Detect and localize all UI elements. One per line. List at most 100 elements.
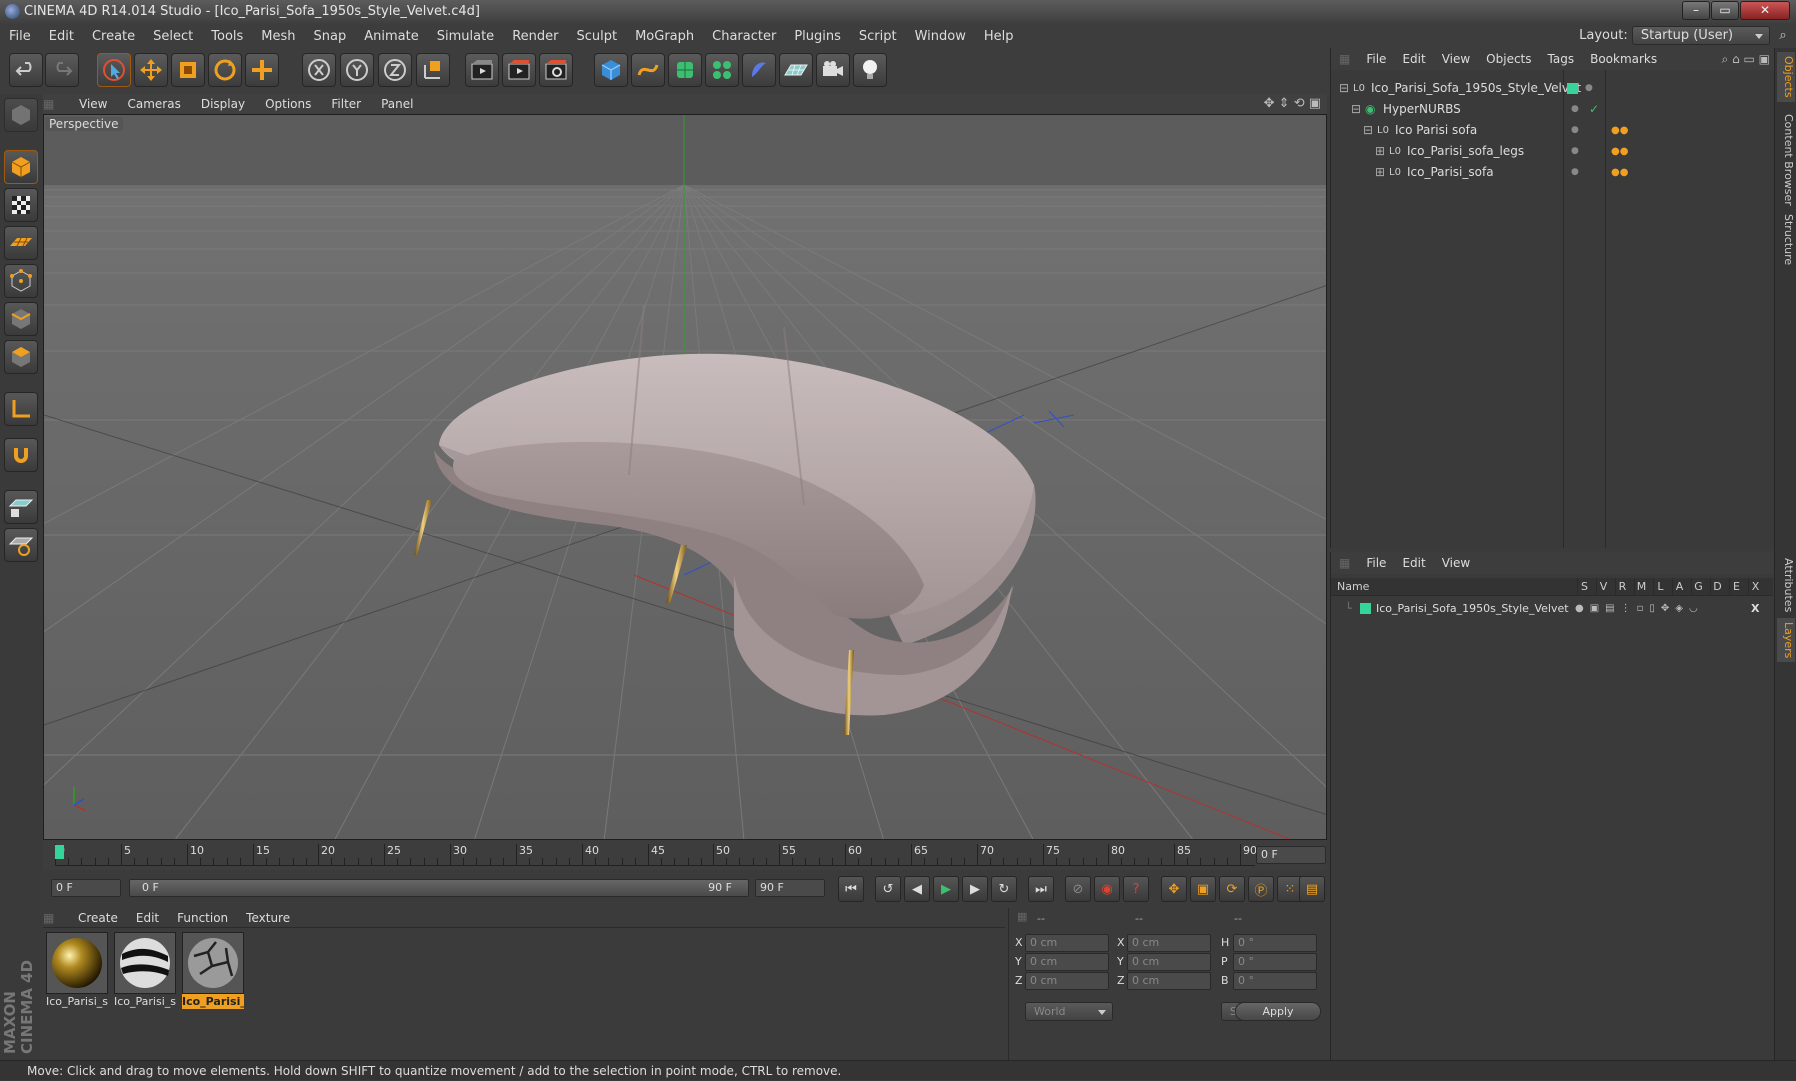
- points-mode-icon[interactable]: [4, 264, 38, 298]
- key-rotation-icon[interactable]: ⟳: [1219, 876, 1245, 902]
- layer-menu-edit[interactable]: Edit: [1394, 552, 1433, 574]
- visibility-dots-icon[interactable]: ●: [1571, 141, 1579, 162]
- vp-menu-filter[interactable]: Filter: [321, 94, 371, 114]
- go-to-end-icon[interactable]: ⏭: [1028, 876, 1054, 902]
- obj-menu-file[interactable]: File: [1358, 48, 1394, 70]
- layer-row[interactable]: └ Ico_Parisi_Sofa_1950s_Style_Velvet ●▣▤…: [1331, 598, 1773, 619]
- position-field[interactable]: 0 cm: [1025, 934, 1109, 952]
- menu-character[interactable]: Character: [703, 25, 785, 49]
- size-field[interactable]: 0 cm: [1127, 934, 1211, 952]
- layer-column-m[interactable]: M: [1634, 578, 1648, 596]
- polygons-mode-icon[interactable]: [4, 340, 38, 374]
- menu-sculpt[interactable]: Sculpt: [567, 25, 626, 49]
- close-button[interactable]: ✕: [1740, 1, 1790, 20]
- make-editable-icon[interactable]: [4, 98, 38, 132]
- recent-tool-icon[interactable]: [245, 53, 279, 87]
- collapse-icon[interactable]: ⊟: [1339, 78, 1349, 99]
- apply-button[interactable]: Apply: [1235, 1002, 1321, 1021]
- layer-flag-icons[interactable]: ●▣▤⋮▫▯✥◈◡: [1575, 598, 1704, 619]
- menu-script[interactable]: Script: [850, 25, 906, 49]
- redo-icon[interactable]: [45, 53, 79, 87]
- layer-color-swatch[interactable]: [1567, 83, 1578, 94]
- collapse-icon[interactable]: ⊟: [1363, 120, 1373, 141]
- y-axis-lock-icon[interactable]: [340, 53, 374, 87]
- object-row[interactable]: ⊟ L0 Ico Parisi sofa ● ●●: [1331, 120, 1773, 141]
- menu-plugins[interactable]: Plugins: [785, 25, 850, 49]
- undo-icon[interactable]: [9, 53, 43, 87]
- maximize-button[interactable]: ▭: [1711, 1, 1739, 20]
- object-manager-nav-icons[interactable]: ⌕ ⌂ ▭ ▣: [1722, 48, 1770, 70]
- go-to-prev-key-icon[interactable]: ↺: [875, 876, 901, 902]
- start-frame-field[interactable]: 0 F: [51, 879, 121, 897]
- layer-column-e[interactable]: E: [1729, 578, 1743, 596]
- next-frame-icon[interactable]: ▶: [962, 876, 988, 902]
- menu-help[interactable]: Help: [975, 25, 1023, 49]
- tab-layers[interactable]: Layers: [1777, 618, 1795, 663]
- viewport-nav-icons[interactable]: ✥ ⇕ ⟲ ▣: [1264, 94, 1321, 114]
- record-keys-icon[interactable]: ⊘: [1065, 876, 1091, 902]
- layer-column-d[interactable]: D: [1710, 578, 1724, 596]
- obj-menu-edit[interactable]: Edit: [1394, 48, 1433, 70]
- material-tag-icon[interactable]: ●●: [1611, 162, 1628, 183]
- subdivision-surface-icon[interactable]: [668, 53, 702, 87]
- visibility-dots-icon[interactable]: ●: [1585, 78, 1593, 99]
- keyframe-selection-icon[interactable]: ?: [1123, 876, 1149, 902]
- 3d-viewport[interactable]: [43, 114, 1327, 840]
- menu-create[interactable]: Create: [83, 25, 144, 49]
- axis-mode-icon[interactable]: [4, 392, 38, 426]
- planar-workplane-icon[interactable]: [4, 528, 38, 562]
- layer-menu-file[interactable]: File: [1358, 552, 1394, 574]
- layer-menu-view[interactable]: View: [1434, 552, 1478, 574]
- end-frame-field[interactable]: 90 F: [755, 879, 825, 897]
- tab-attributes[interactable]: Attributes: [1777, 554, 1795, 616]
- snapping-icon[interactable]: [4, 438, 38, 472]
- material-tag-icon[interactable]: ●●: [1611, 141, 1628, 162]
- z-axis-lock-icon[interactable]: [378, 53, 412, 87]
- layer-color-swatch[interactable]: [1360, 603, 1371, 614]
- material-swatch-selected[interactable]: Ico_Parisi_s: [182, 932, 244, 1010]
- position-field[interactable]: 0 cm: [1025, 972, 1109, 990]
- object-row[interactable]: ⊞ L0 Ico_Parisi_sofa_legs ● ●●: [1331, 141, 1773, 162]
- autokey-icon[interactable]: ◉: [1094, 876, 1120, 902]
- menu-tools[interactable]: Tools: [202, 25, 252, 49]
- menu-file[interactable]: File: [0, 25, 40, 49]
- layer-column-v[interactable]: V: [1596, 578, 1610, 596]
- model-mode-icon[interactable]: [4, 150, 38, 184]
- mat-menu-edit[interactable]: Edit: [127, 908, 168, 928]
- layer-xref-icon[interactable]: X: [1751, 598, 1759, 619]
- render-settings-icon[interactable]: [539, 53, 573, 87]
- rotate-icon[interactable]: [208, 53, 242, 87]
- object-row[interactable]: ⊞ L0 Ico_Parisi_sofa ● ●●: [1331, 162, 1773, 183]
- obj-menu-view[interactable]: View: [1434, 48, 1478, 70]
- rotation-field[interactable]: 0 °: [1233, 953, 1317, 971]
- render-view-icon[interactable]: [465, 53, 499, 87]
- layer-column-s[interactable]: S: [1577, 578, 1591, 596]
- go-to-start-icon[interactable]: ⏮: [838, 876, 864, 902]
- mat-menu-create[interactable]: Create: [69, 908, 127, 928]
- vp-menu-options[interactable]: Options: [255, 94, 321, 114]
- timeline-ruler[interactable]: 051015202530354045505560657075808590 0 F: [43, 840, 1327, 870]
- object-row[interactable]: ⊟ L0 Ico_Parisi_Sofa_1950s_Style_Velvet …: [1331, 78, 1773, 99]
- vp-menu-cameras[interactable]: Cameras: [117, 94, 190, 114]
- vp-menu-panel[interactable]: Panel: [371, 94, 423, 114]
- light-icon[interactable]: [853, 53, 887, 87]
- vp-menu-display[interactable]: Display: [191, 94, 255, 114]
- prev-frame-icon[interactable]: ◀: [904, 876, 930, 902]
- tab-objects[interactable]: Objects: [1777, 52, 1795, 102]
- tab-structure[interactable]: Structure: [1777, 210, 1795, 269]
- menu-simulate[interactable]: Simulate: [428, 25, 503, 49]
- key-position-icon[interactable]: ✥: [1161, 876, 1187, 902]
- locked-workplane-icon[interactable]: [4, 490, 38, 524]
- current-frame-field[interactable]: 0 F: [1256, 846, 1326, 864]
- deformer-icon[interactable]: [742, 53, 776, 87]
- menu-snap[interactable]: Snap: [305, 25, 356, 49]
- cube-primitive-icon[interactable]: [594, 53, 628, 87]
- position-field[interactable]: 0 cm: [1025, 953, 1109, 971]
- scale-icon[interactable]: [171, 53, 205, 87]
- enabled-check-icon[interactable]: ✓: [1589, 99, 1599, 120]
- menu-select[interactable]: Select: [144, 25, 202, 49]
- go-to-next-key-icon[interactable]: ↻: [991, 876, 1017, 902]
- camera-icon[interactable]: [816, 53, 850, 87]
- vp-menu-view[interactable]: View: [69, 94, 117, 114]
- preview-range-slider[interactable]: 0 F 90 F: [129, 879, 749, 897]
